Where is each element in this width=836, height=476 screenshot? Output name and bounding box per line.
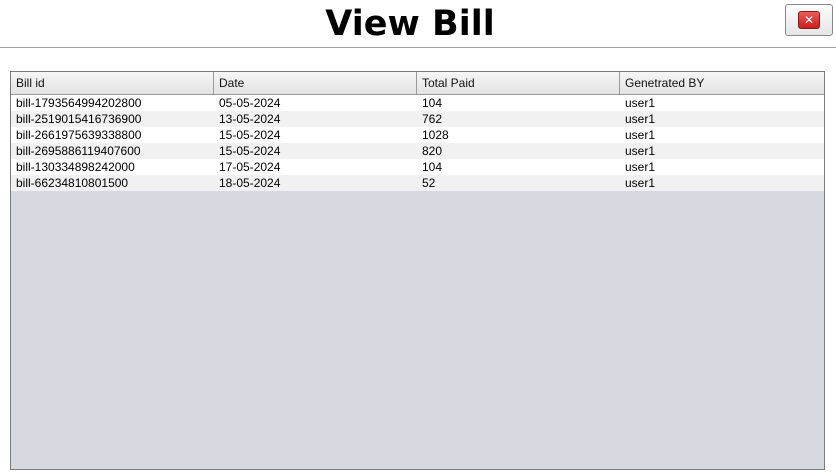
column-header-generated-by[interactable]: Genetrated BY xyxy=(620,72,824,94)
cell-generated-by: user1 xyxy=(625,112,656,126)
cell-date: 15-05-2024 xyxy=(219,128,281,142)
column-header-total-paid[interactable]: Total Paid xyxy=(417,72,620,94)
cell-date: 13-05-2024 xyxy=(219,112,281,126)
cell-total-paid: 1028 xyxy=(422,128,449,142)
cell-bill-id: bill-66234810801500 xyxy=(16,176,129,190)
close-icon: ✕ xyxy=(798,11,820,29)
cell-total-paid: 104 xyxy=(422,160,443,174)
cell-total-paid: 104 xyxy=(422,96,443,110)
cell-date: 15-05-2024 xyxy=(219,144,281,158)
table-header: Bill id Date Total Paid Genetrated BY xyxy=(11,72,824,95)
cell-bill-id: bill-2519015416736900 xyxy=(16,112,142,126)
table-row[interactable]: bill-66234810801500 18-05-2024 52 user1 xyxy=(11,175,824,191)
cell-total-paid: 820 xyxy=(422,144,443,158)
cell-total-paid: 52 xyxy=(422,176,436,190)
cell-date: 17-05-2024 xyxy=(219,160,281,174)
table-row[interactable]: bill-2661975639338800 15-05-2024 1028 us… xyxy=(11,127,824,143)
column-header-date[interactable]: Date xyxy=(214,72,417,94)
cell-bill-id: bill-2661975639338800 xyxy=(16,128,142,142)
cell-bill-id: bill-130334898242000 xyxy=(16,160,135,174)
cell-total-paid: 762 xyxy=(422,112,443,126)
bills-table[interactable]: Bill id Date Total Paid Genetrated BY bi… xyxy=(10,71,825,470)
cell-date: 05-05-2024 xyxy=(219,96,281,110)
close-button[interactable]: ✕ xyxy=(785,4,833,36)
title-divider xyxy=(0,47,836,48)
cell-generated-by: user1 xyxy=(625,144,656,158)
cell-generated-by: user1 xyxy=(625,128,656,142)
cell-date: 18-05-2024 xyxy=(219,176,281,190)
page-title: View Bill xyxy=(325,4,495,44)
cell-generated-by: user1 xyxy=(625,160,656,174)
cell-bill-id: bill-2695886119407600 xyxy=(16,144,141,158)
table-row[interactable]: bill-1793564994202800 05-05-2024 104 use… xyxy=(11,95,824,111)
cell-generated-by: user1 xyxy=(625,176,656,190)
table-row[interactable]: bill-2695886119407600 15-05-2024 820 use… xyxy=(11,143,824,159)
table-row[interactable]: bill-2519015416736900 13-05-2024 762 use… xyxy=(11,111,824,127)
column-header-bill-id[interactable]: Bill id xyxy=(11,72,214,94)
cell-bill-id: bill-1793564994202800 xyxy=(16,96,142,110)
cell-generated-by: user1 xyxy=(625,96,656,110)
table-row[interactable]: bill-130334898242000 17-05-2024 104 user… xyxy=(11,159,824,175)
